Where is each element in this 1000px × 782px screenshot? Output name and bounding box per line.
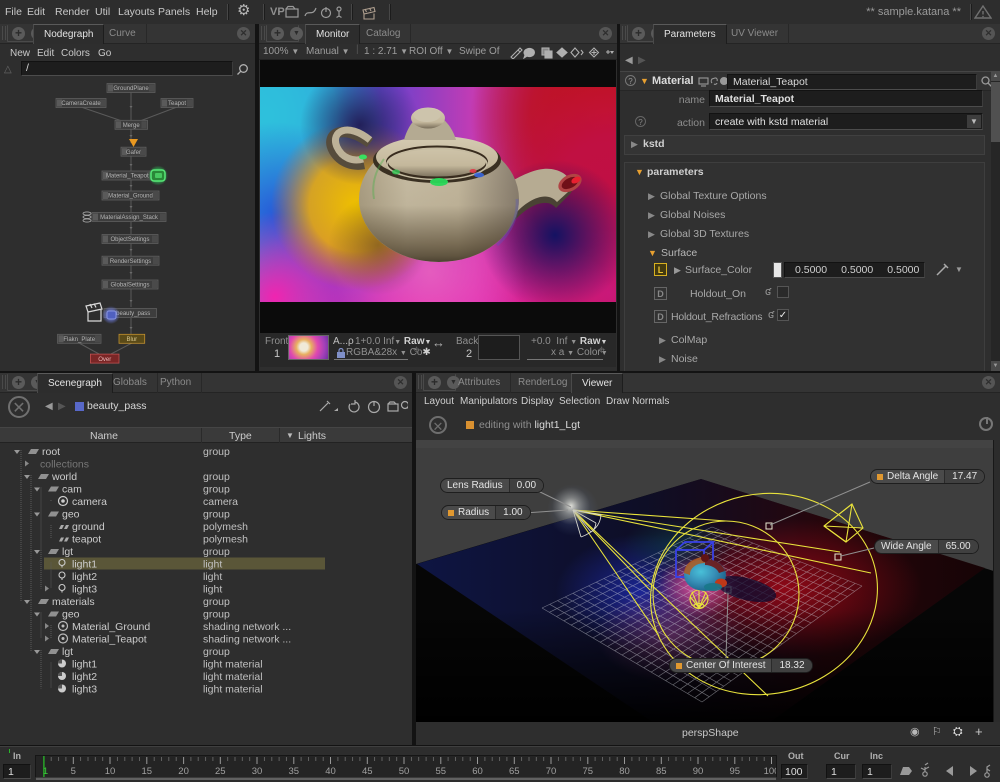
svg-text:collections: collections <box>40 459 89 471</box>
svg-text:light material: light material <box>203 659 263 671</box>
svg-text:Over: Over <box>98 357 111 363</box>
svg-text:group: group <box>203 446 230 458</box>
svg-text:camera: camera <box>72 496 107 508</box>
svg-text:group: group <box>203 484 230 496</box>
svg-text:group: group <box>203 609 230 621</box>
svg-text:cam: cam <box>62 484 82 496</box>
svg-text:Gafer: Gafer <box>126 150 141 156</box>
svg-text:MaterialAssign_Stack: MaterialAssign_Stack <box>100 215 159 221</box>
svg-text:CameraCreate: CameraCreate <box>61 101 101 107</box>
svg-text:polymesh: polymesh <box>203 521 248 533</box>
svg-text:light: light <box>203 559 222 571</box>
svg-text:1: 1 <box>43 766 48 777</box>
svg-text:light1: light1 <box>72 559 97 571</box>
svg-text:40: 40 <box>325 766 336 777</box>
svg-text:Material_Ground: Material_Ground <box>72 621 150 633</box>
svg-text:55: 55 <box>436 766 447 777</box>
svg-text:light: light <box>203 571 222 583</box>
svg-text:90: 90 <box>693 766 704 777</box>
svg-text:95: 95 <box>730 766 741 777</box>
svg-text:Blur: Blur <box>126 337 137 343</box>
svg-text:RenderSettings: RenderSettings <box>110 259 151 265</box>
svg-text:camera: camera <box>203 496 238 508</box>
svg-text:group: group <box>203 471 230 483</box>
svg-text:world: world <box>51 471 77 483</box>
svg-text:Material_Ground: Material_Ground <box>108 194 153 200</box>
svg-text:15: 15 <box>142 766 153 777</box>
svg-text:lgt: lgt <box>62 646 73 658</box>
svg-text:light2: light2 <box>72 571 97 583</box>
svg-text:80: 80 <box>619 766 630 777</box>
svg-text:geo: geo <box>62 609 80 621</box>
svg-text:45: 45 <box>362 766 373 777</box>
svg-text:30: 30 <box>252 766 263 777</box>
svg-text:Material_Teapot: Material_Teapot <box>72 634 147 646</box>
svg-text:light3: light3 <box>72 684 97 696</box>
svg-text:group: group <box>203 546 230 558</box>
svg-text:Material_Teapot: Material_Teapot <box>106 174 149 180</box>
svg-text:beauty_pass: beauty_pass <box>116 311 150 317</box>
svg-text:65: 65 <box>509 766 520 777</box>
svg-text:group: group <box>203 509 230 521</box>
svg-text:20: 20 <box>178 766 189 777</box>
svg-text:100: 100 <box>764 766 776 777</box>
svg-text:ObjectSettings: ObjectSettings <box>110 237 149 243</box>
svg-text:70: 70 <box>546 766 557 777</box>
svg-text:root: root <box>42 446 60 458</box>
svg-text:85: 85 <box>656 766 667 777</box>
svg-text:polymesh: polymesh <box>203 534 248 546</box>
svg-text:light material: light material <box>203 671 263 683</box>
svg-text:35: 35 <box>289 766 300 777</box>
svg-text:light1: light1 <box>72 659 97 671</box>
svg-text:GroundPlane: GroundPlane <box>113 86 149 92</box>
svg-text:75: 75 <box>583 766 594 777</box>
svg-text:10: 10 <box>105 766 116 777</box>
svg-text:ground: ground <box>72 521 105 533</box>
svg-text:shading network ...: shading network ... <box>203 634 291 646</box>
svg-text:Merge: Merge <box>123 123 141 129</box>
svg-text:25: 25 <box>215 766 226 777</box>
svg-text:light3: light3 <box>72 584 97 596</box>
svg-text:Flakn_Plate: Flakn_Plate <box>63 337 95 343</box>
svg-text:shading network ...: shading network ... <box>203 621 291 633</box>
svg-text:light material: light material <box>203 684 263 696</box>
svg-text:light2: light2 <box>72 671 97 683</box>
svg-text:group: group <box>203 596 230 608</box>
svg-text:materials: materials <box>52 596 95 608</box>
svg-text:group: group <box>203 646 230 658</box>
svg-text:light: light <box>203 584 222 596</box>
svg-text:5: 5 <box>71 766 76 777</box>
svg-text:GlobalSettings: GlobalSettings <box>110 283 149 289</box>
svg-text:geo: geo <box>62 509 80 521</box>
svg-text:teapot: teapot <box>72 534 101 546</box>
svg-text:lgt: lgt <box>62 546 73 558</box>
svg-text:Teapot: Teapot <box>168 101 186 107</box>
svg-text:60: 60 <box>472 766 483 777</box>
svg-text:50: 50 <box>399 766 410 777</box>
